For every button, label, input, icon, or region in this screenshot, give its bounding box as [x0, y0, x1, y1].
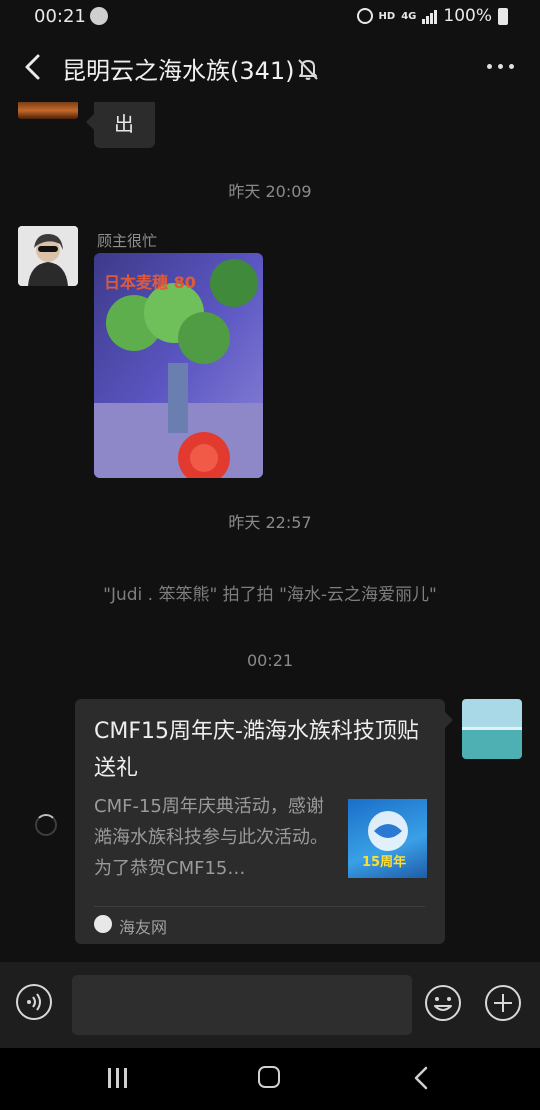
link-card-description: CMF-15周年庆典活动，感谢澔海水族科技参与此次活动。为了恭贺CMF15… — [94, 796, 328, 879]
status-right-group: HD 4G 100% — [356, 6, 508, 26]
battery-percent: 100% — [443, 6, 492, 26]
image-message[interactable]: 日本麦穗 80 — [94, 253, 263, 478]
notification-icon — [90, 7, 108, 25]
chat-header: 昆明云之海水族(341) — [0, 34, 540, 102]
status-bar: 00:21 HD 4G 100% — [0, 0, 540, 34]
message-input[interactable] — [72, 975, 412, 1035]
input-bar — [0, 962, 540, 1048]
more-icon[interactable] — [487, 64, 514, 69]
avatar[interactable] — [18, 226, 78, 286]
alarm-icon — [356, 8, 373, 24]
hd-indicator: HD — [378, 10, 396, 22]
chat-area[interactable]: 出 昨天 20:09 顾主很忙 日本麦穗 80 昨天 22:57 "Judi .… — [0, 102, 540, 962]
timestamp: 00:21 — [246, 651, 294, 670]
add-icon[interactable] — [484, 984, 522, 1022]
status-time: 00:21 — [34, 6, 86, 27]
bubble-tail — [86, 114, 94, 130]
timestamp: 昨天 22:57 — [228, 513, 312, 532]
divider — [94, 906, 425, 907]
bubble-tail — [445, 712, 453, 728]
timestamp: 昨天 20:09 — [228, 182, 312, 201]
back-nav-icon[interactable] — [410, 1065, 434, 1091]
chat-title: 昆明云之海水族(341) — [62, 57, 295, 85]
recents-icon[interactable] — [108, 1068, 127, 1088]
link-card-title: CMF15周年庆-澔海水族科技顶贴送礼 — [94, 719, 419, 781]
link-card-source: 海友网 — [119, 918, 168, 937]
link-card-thumbnail: 15周年 — [348, 799, 427, 878]
source-logo-icon — [94, 915, 112, 933]
photo-caption: 日本麦穗 80 — [104, 273, 196, 292]
voice-icon[interactable] — [16, 984, 52, 1020]
message-text: 出 — [114, 112, 134, 136]
navigation-bar — [0, 1048, 540, 1110]
home-icon[interactable] — [258, 1066, 280, 1088]
pat-notice: "Judi . 笨笨熊" 拍了拍 "海水-云之海爱丽儿" — [103, 585, 437, 605]
sender-name: 顾主很忙 — [97, 232, 158, 250]
back-icon[interactable] — [18, 50, 52, 84]
message-bubble[interactable]: 出 — [94, 102, 155, 148]
mute-icon — [298, 59, 318, 80]
signal-icon — [422, 8, 438, 24]
avatar[interactable] — [18, 102, 78, 119]
network-indicator: 4G — [401, 10, 417, 22]
emoji-icon[interactable] — [424, 984, 462, 1022]
loading-spinner-icon — [35, 814, 57, 836]
thumbnail-text: 15周年 — [362, 855, 407, 870]
link-card[interactable]: CMF15周年庆-澔海水族科技顶贴送礼 CMF-15周年庆典活动，感谢澔海水族科… — [75, 699, 445, 944]
avatar[interactable] — [462, 699, 522, 759]
battery-icon — [498, 7, 508, 25]
